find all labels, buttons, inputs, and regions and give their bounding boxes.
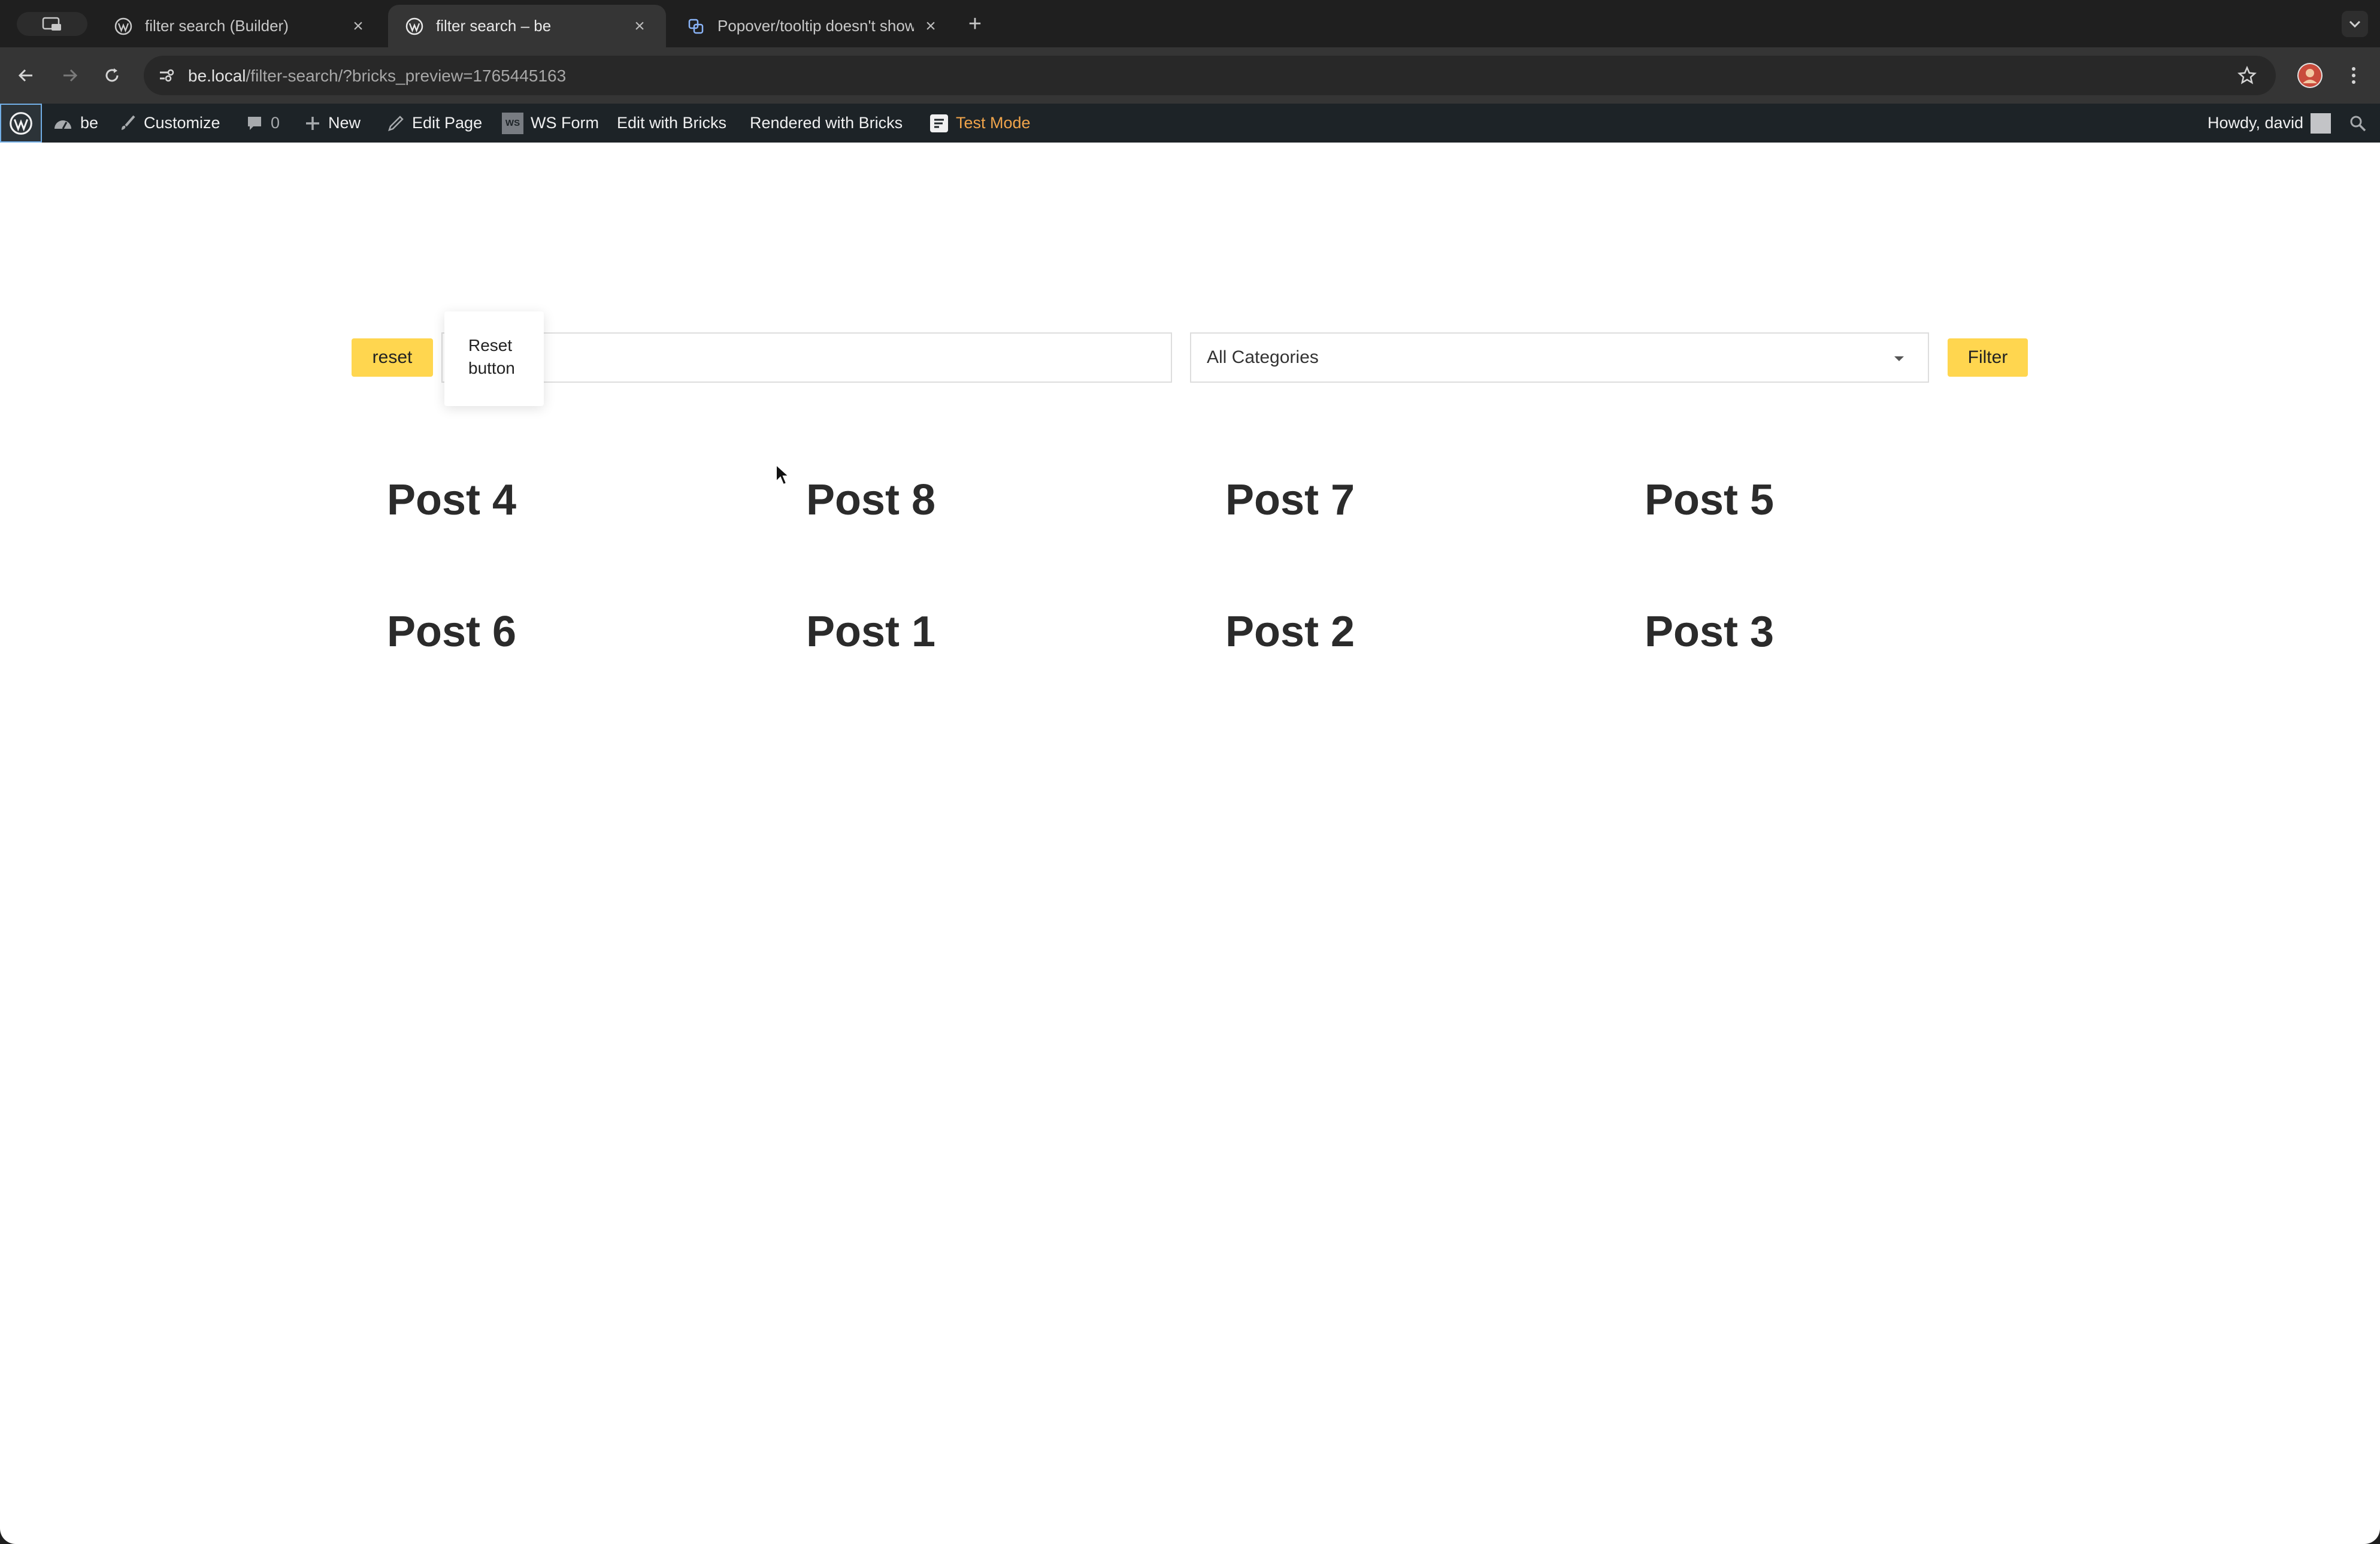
profile-avatar[interactable] (2297, 63, 2323, 88)
tab-filter-search[interactable]: filter search – be × (388, 5, 666, 47)
new-label: New (328, 114, 361, 132)
search-icon (2350, 116, 2366, 131)
wp-logo-menu[interactable] (0, 104, 42, 143)
post-title[interactable]: Post 3 (1645, 607, 1774, 656)
browser-toolbar: be.local/filter-search/?bricks_preview=1… (0, 47, 2380, 104)
rendered-with-bricks-label: Rendered with Bricks (750, 114, 903, 132)
site-settings-icon[interactable] (155, 63, 178, 87)
paintbrush-icon (119, 114, 137, 132)
back-button[interactable] (13, 63, 38, 88)
post-title[interactable]: Post 2 (1225, 607, 1355, 656)
tab-title: Popover/tooltip doesn't show (717, 17, 914, 35)
customize-link[interactable]: Customize (119, 104, 220, 143)
tooltip-line: Reset (468, 336, 513, 355)
avatar-icon (2299, 64, 2321, 87)
comments-count: 0 (271, 114, 280, 132)
my-account-menu[interactable]: Howdy, david (2208, 104, 2331, 143)
comment-icon (246, 114, 264, 132)
new-content-menu[interactable]: New (304, 104, 361, 143)
reset-button[interactable]: reset (352, 338, 433, 377)
bookmark-star-icon[interactable] (2235, 63, 2259, 87)
wp-admin-bar: be Customize 0 New Edit Page WS WS Form … (0, 104, 2380, 143)
forward-button[interactable] (57, 63, 83, 88)
customize-label: Customize (144, 114, 220, 132)
chevron-down-icon (1894, 356, 1904, 361)
tab-title: filter search (Builder) (145, 17, 289, 35)
ws-form-label: WS Form (531, 114, 599, 132)
tab-search-icon (42, 17, 61, 31)
howdy-label: Howdy, david (2208, 114, 2304, 132)
close-icon[interactable]: × (921, 16, 940, 36)
close-icon[interactable]: × (349, 16, 368, 36)
url-text: be.local/filter-search/?bricks_preview=1… (188, 66, 566, 86)
category-selected-value: All Categories (1207, 347, 1319, 367)
test-mode-label: Test Mode (956, 114, 1031, 132)
test-mode-icon (929, 114, 949, 133)
edit-page-link[interactable]: Edit Page (387, 104, 482, 143)
comments-link[interactable]: 0 (246, 104, 280, 143)
url-path: /filter-search/?bricks_preview=176544516… (246, 66, 567, 85)
dashboard-icon (53, 114, 73, 132)
reload-button[interactable] (99, 63, 125, 88)
filter-button[interactable]: Filter (1948, 338, 2028, 377)
post-title[interactable]: Post 5 (1645, 476, 1774, 525)
admin-search-button[interactable] (2349, 104, 2367, 143)
tab-builder[interactable]: filter search (Builder) × (97, 5, 384, 47)
reload-icon (105, 68, 119, 82)
site-name-menu[interactable]: be (53, 104, 98, 143)
search-input[interactable] (441, 332, 1172, 383)
edit-with-bricks-link[interactable]: Edit with Bricks (617, 104, 726, 143)
ws-form-menu[interactable]: WS WS Form (502, 104, 599, 143)
post-title[interactable]: Post 7 (1225, 476, 1355, 525)
mouse-cursor-icon (776, 464, 791, 486)
edit-with-bricks-label: Edit with Bricks (617, 114, 727, 132)
site-name-label: be (80, 114, 99, 132)
pencil-icon (387, 114, 405, 132)
browser-menu-button[interactable] (2342, 63, 2366, 88)
arrow-left-icon (18, 69, 32, 82)
edit-page-label: Edit Page (412, 114, 483, 132)
reset-tooltip: Reset button (444, 311, 544, 406)
user-avatar (2311, 113, 2331, 134)
tab-title: filter search – be (436, 17, 552, 35)
page-content: reset Reset button All Categories Filter… (0, 143, 2380, 1544)
wordpress-icon (114, 17, 133, 36)
post-title[interactable]: Post 1 (806, 607, 935, 656)
post-title[interactable]: Post 4 (387, 476, 516, 525)
forum-icon (686, 17, 705, 36)
rendered-with-bricks-link[interactable]: Rendered with Bricks (750, 104, 903, 143)
tab-search-button[interactable] (17, 12, 87, 36)
plus-icon (304, 115, 321, 132)
ws-form-icon: WS (502, 112, 523, 134)
test-mode-link[interactable]: Test Mode (929, 104, 1031, 143)
url-host: be.local (188, 66, 246, 85)
close-icon[interactable]: × (630, 16, 649, 36)
post-title[interactable]: Post 8 (806, 476, 935, 525)
tab-list-button[interactable] (2342, 11, 2368, 37)
tab-popover-issue[interactable]: Popover/tooltip doesn't show × (670, 5, 957, 47)
more-vertical-icon (2352, 67, 2355, 84)
new-tab-button[interactable]: + (963, 11, 987, 37)
wordpress-icon (405, 17, 424, 36)
browser-tab-strip: filter search (Builder) × filter search … (0, 0, 2380, 47)
tooltip-line: button (468, 359, 515, 377)
category-select[interactable]: All Categories (1190, 332, 1929, 383)
arrow-right-icon (63, 69, 78, 82)
wordpress-icon (10, 111, 32, 135)
post-title[interactable]: Post 6 (387, 607, 516, 656)
address-bar[interactable]: be.local/filter-search/?bricks_preview=1… (144, 56, 2276, 95)
chevron-down-icon (2349, 20, 2361, 28)
